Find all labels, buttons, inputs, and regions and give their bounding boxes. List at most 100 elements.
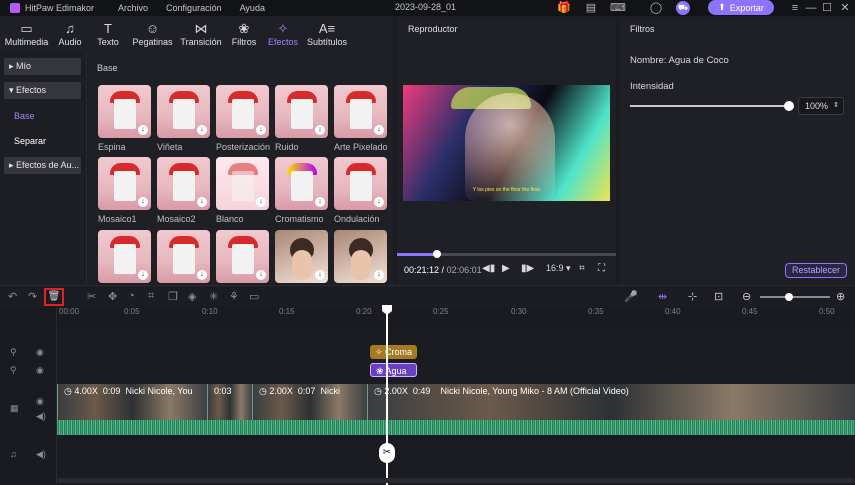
tab-transicion[interactable]: ⋈ Transición [176, 16, 226, 52]
tab-filtros[interactable]: ❀ Filtros [226, 16, 262, 52]
fullscreen-icon[interactable]: ⛶ [598, 263, 605, 274]
microphone-icon[interactable]: 🎤 [624, 290, 638, 303]
split-icon[interactable]: ✂ [87, 290, 96, 303]
menu-archivo[interactable]: Archivo [118, 3, 148, 13]
timeline-scrollbar[interactable] [57, 478, 855, 483]
download-icon[interactable]: ↓ [138, 125, 148, 135]
effect-card-mosaico2[interactable]: ↓ [157, 157, 210, 210]
time-display: 00:21:12 / 02:06:01 [404, 265, 482, 275]
cart-icon[interactable]: ⛟ [676, 1, 690, 15]
speed-icon[interactable]: ◔ [128, 290, 135, 302]
intensity-slider-knob[interactable] [784, 101, 794, 111]
menu-icon[interactable]: ≡ [788, 1, 802, 15]
snap-icon[interactable]: ⇹ [658, 290, 667, 303]
effect-card-tilt[interactable]: ↓ [216, 230, 269, 283]
download-icon[interactable]: ↓ [315, 125, 325, 135]
effect-card-cromatismo[interactable]: ↓ [275, 157, 328, 210]
marker-icon[interactable]: ⊹ [688, 290, 697, 303]
mask-icon[interactable]: ◈ [188, 290, 196, 303]
tab-pegatinas[interactable]: ☺ Pegatinas [129, 16, 176, 52]
menu-configuracion[interactable]: Configuración [166, 3, 222, 13]
video-preview[interactable]: Y los pies on the floor the floor [403, 85, 610, 201]
fit-icon[interactable]: ⊡ [714, 290, 723, 303]
effect-card-bubble[interactable]: ↓ [157, 230, 210, 283]
account-icon[interactable]: ◯ [649, 1, 663, 15]
cut-at-playhead-button[interactable]: ✂ [379, 443, 395, 463]
filter-clip[interactable]: ❀ Agua [370, 363, 417, 377]
download-icon[interactable]: ↓ [315, 270, 325, 280]
keyboard-icon[interactable]: ⌨ [610, 1, 626, 15]
intensity-input[interactable]: 100% ⇕ [798, 97, 844, 115]
effect-card-mosaico1[interactable]: ↓ [98, 157, 151, 210]
download-icon[interactable]: ↓ [256, 125, 266, 135]
category-base[interactable]: Base [4, 108, 81, 125]
snapshot-icon[interactable]: ⌗ [579, 263, 585, 274]
freeze-icon[interactable]: ✳ [209, 290, 218, 303]
category-audio-effects[interactable]: ▸ Efectos de Au... [4, 157, 81, 174]
time-ruler[interactable]: 00:00 0:05 0:10 0:15 0:20 0:25 0:30 0:35… [57, 307, 855, 327]
effect-card-lens[interactable]: ↓ [98, 230, 151, 283]
tab-texto[interactable]: T Texto [87, 16, 129, 52]
tab-efectos[interactable]: ✧ Efectos [262, 16, 304, 52]
prev-frame-icon[interactable]: ◀▮ [482, 263, 495, 274]
intensity-slider[interactable] [630, 105, 790, 107]
download-icon[interactable]: ↓ [374, 125, 384, 135]
effect-card-arte-pixelado[interactable]: ↓ [334, 85, 387, 138]
move-icon[interactable]: ✥ [108, 290, 117, 303]
maximize-icon[interactable]: ☐ [820, 1, 834, 15]
download-icon[interactable]: ↓ [256, 270, 266, 280]
copy-icon[interactable]: ❐ [168, 290, 178, 303]
effect-card-portrait-bw[interactable]: ↓ [275, 230, 328, 283]
close-icon[interactable]: ✕ [838, 1, 852, 15]
seek-knob[interactable] [433, 250, 441, 258]
effect-card-espina[interactable]: ↓ [98, 85, 151, 138]
effect-card-ondulacion[interactable]: ↓ [334, 157, 387, 210]
download-icon[interactable]: ↓ [197, 197, 207, 207]
effect-clip-icon: ✧ [375, 347, 386, 357]
effect-card-ruido[interactable]: ↓ [275, 85, 328, 138]
download-icon[interactable]: ↓ [374, 270, 384, 280]
zoom-in-icon[interactable]: ⊕ [836, 290, 845, 303]
effect-card-vineta[interactable]: ↓ [157, 85, 210, 138]
aspect-ratio-select[interactable]: 16:9 ▾ [546, 263, 571, 274]
effect-label: Mosaico2 [157, 214, 196, 224]
effect-card-posterizacion[interactable]: ↓ [216, 85, 269, 138]
download-icon[interactable]: ↓ [256, 197, 266, 207]
undo-icon[interactable]: ↶ [8, 290, 17, 303]
effect-clip-label: Croma [385, 347, 413, 357]
filters-icon: ❀ [238, 21, 250, 36]
effect-clip[interactable]: ✧ Croma [370, 345, 417, 359]
download-icon[interactable]: ↓ [197, 270, 207, 280]
zoom-slider-knob[interactable] [785, 293, 793, 301]
redo-icon[interactable]: ↷ [28, 290, 37, 303]
crop-icon[interactable]: ⌗ [148, 290, 154, 303]
minimize-icon[interactable]: — [804, 1, 818, 15]
color-icon[interactable]: ⚘ [229, 290, 239, 303]
video-track[interactable]: ◷ 4.00X 0:09 Nicki Nicole, You 0:03 ◷ 2.… [57, 384, 855, 435]
tab-subtitulos[interactable]: A≡ Subtítulos [304, 16, 350, 52]
effect-card-portrait[interactable]: ↓ [334, 230, 387, 283]
menu-ayuda[interactable]: Ayuda [240, 3, 265, 13]
messages-icon[interactable]: ▤ [584, 1, 598, 15]
download-icon[interactable]: ↓ [374, 197, 384, 207]
export-button[interactable]: ⬆ Exportar [708, 0, 774, 15]
download-icon[interactable]: ↓ [138, 270, 148, 280]
download-icon[interactable]: ↓ [197, 125, 207, 135]
delete-button[interactable]: 🗑 [44, 288, 64, 306]
next-frame-icon[interactable]: ▮▶ [521, 263, 534, 274]
stepper-icon[interactable]: ⇕ [833, 98, 839, 114]
effect-card-blanco[interactable]: ↓ [216, 157, 269, 210]
category-mio[interactable]: ▸ Mío [4, 58, 81, 75]
category-efectos[interactable]: ▾ Efectos [4, 82, 81, 99]
tab-multimedia[interactable]: ▭ Multimedia [0, 16, 53, 52]
download-icon[interactable]: ↓ [315, 197, 325, 207]
subtitle-tool-icon[interactable]: ▭ [249, 290, 259, 303]
reset-button[interactable]: Restablecer [785, 263, 847, 278]
gift-icon[interactable]: 🎁 [557, 1, 571, 15]
tab-audio[interactable]: ♫ Audio [53, 16, 87, 52]
zoom-out-icon[interactable]: ⊖ [742, 290, 751, 303]
play-icon[interactable]: ▶ [502, 263, 510, 274]
category-separar[interactable]: Separar [4, 133, 81, 150]
download-icon[interactable]: ↓ [138, 197, 148, 207]
zoom-slider[interactable] [760, 296, 830, 298]
